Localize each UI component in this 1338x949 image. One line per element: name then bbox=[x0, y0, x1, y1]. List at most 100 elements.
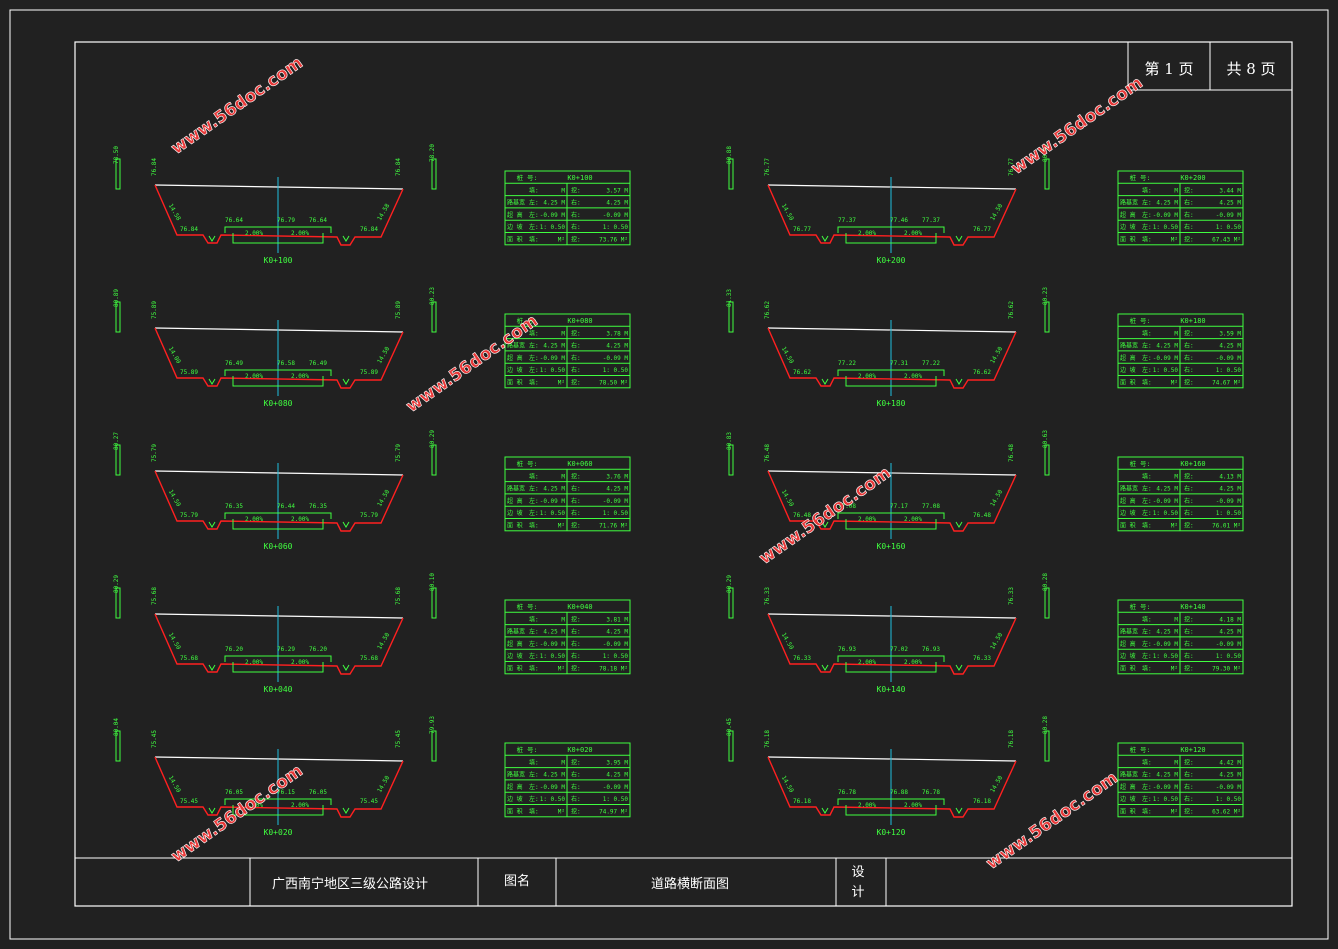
section-k0-100: 78.50 78.20 76.84 76.84 76.84 76.64 76.79 76.64… bbox=[113, 144, 631, 265]
table-title-value: K0+100 bbox=[567, 174, 592, 182]
ditch-marker bbox=[955, 235, 963, 242]
station-label: K0+060 bbox=[264, 542, 293, 551]
grade-left: 2.00% bbox=[245, 659, 263, 666]
right-marker bbox=[1044, 730, 1050, 762]
left-slope-label: 14.58 bbox=[167, 203, 182, 222]
table-right-value: 4.25 M bbox=[606, 486, 628, 493]
table-right-key: 挖: bbox=[1184, 329, 1194, 337]
section-table: 桩 号: K0+160 填: M 挖: 4.13 M 路基宽 左: 4.25 M 右: 4.25 M… bbox=[1117, 456, 1244, 532]
watermark-text: www.56doc.com bbox=[168, 761, 307, 867]
pavement-right-elev: 76.93 bbox=[922, 646, 940, 653]
table-left-key: 填: bbox=[1142, 329, 1152, 337]
right-marker-label: 80.29 bbox=[429, 430, 436, 448]
table-row-key: 边 坡 bbox=[507, 509, 523, 517]
table-right-key: 右: bbox=[1184, 652, 1194, 660]
ditch-marker bbox=[821, 235, 829, 242]
table-row-key: 边 坡 bbox=[507, 366, 523, 374]
table-right-key: 挖: bbox=[571, 186, 581, 194]
left-marker-label: 81.33 bbox=[726, 289, 733, 307]
table-title-value: K0+200 bbox=[1180, 174, 1205, 182]
pavement-left-elev: 76.20 bbox=[225, 646, 243, 653]
table-left-key: 填: bbox=[1142, 808, 1152, 816]
table-right-key: 挖: bbox=[1184, 665, 1194, 673]
table-left-value: 4.25 M bbox=[1156, 772, 1178, 779]
table-left-value: M bbox=[561, 473, 565, 480]
ditch-marker bbox=[821, 807, 829, 814]
pavement-left-elev: 76.05 bbox=[225, 789, 243, 796]
table-right-key: 右: bbox=[1184, 211, 1194, 219]
left-marker-label: 80.89 bbox=[113, 289, 120, 307]
table-row-key: 路基宽 bbox=[507, 771, 525, 779]
table-title-key: 桩 号: bbox=[1130, 173, 1151, 182]
table-right-value: -0.09 M bbox=[603, 784, 629, 791]
right-edge-label: 76.18 bbox=[1008, 730, 1015, 748]
table-left-value: 1: 0.50 bbox=[540, 653, 566, 660]
table-row-key: 面 积 bbox=[1120, 665, 1136, 673]
ditch-marker bbox=[821, 664, 829, 671]
table-row-key: 路基宽 bbox=[507, 485, 525, 493]
table-right-key: 右: bbox=[571, 199, 581, 207]
right-edge-label: 76.33 bbox=[1008, 587, 1015, 605]
drawing-name: 道路横断面图 bbox=[651, 876, 729, 892]
table-right-key: 右: bbox=[571, 652, 581, 660]
right-marker bbox=[1044, 301, 1050, 333]
table-right-key: 右: bbox=[571, 771, 581, 779]
ditch-marker bbox=[208, 664, 216, 671]
table-right-value: -0.09 M bbox=[603, 641, 629, 648]
right-marker-label: 80.10 bbox=[429, 573, 436, 591]
left-edge-label: 75.68 bbox=[151, 587, 158, 605]
table-left-key: 填: bbox=[529, 615, 539, 623]
page-header: 第 1 页 共 8 页 bbox=[1127, 42, 1292, 91]
pavement-right-elev: 76.49 bbox=[309, 360, 327, 367]
right-edge-label: 76.84 bbox=[395, 158, 402, 176]
left-marker-label: 80.29 bbox=[113, 575, 120, 593]
ground-line bbox=[154, 184, 404, 190]
section-table: 桩 号: K0+020 填: M 挖: 3.95 M 路基宽 左: 4.25 M 右: 4.25 M… bbox=[504, 742, 631, 818]
left-edge-label: 76.33 bbox=[764, 587, 771, 605]
ground-line bbox=[154, 327, 404, 333]
table-right-key: 挖: bbox=[1184, 379, 1194, 387]
table-right-key: 右: bbox=[1184, 366, 1194, 374]
table-right-key: 挖: bbox=[1184, 236, 1194, 244]
table-right-value: 1: 0.50 bbox=[1216, 653, 1242, 660]
table-left-value: M² bbox=[1171, 237, 1178, 244]
table-row-key: 面 积 bbox=[507, 522, 523, 530]
ditch-marker bbox=[342, 378, 350, 385]
right-edge-label: 75.45 bbox=[395, 730, 402, 748]
table-right-value: 1: 0.50 bbox=[603, 653, 629, 660]
table-left-key: 左: bbox=[1142, 771, 1152, 779]
ditch-left-elev: 76.18 bbox=[793, 798, 811, 805]
pavement-left-elev: 76.64 bbox=[225, 217, 243, 224]
ditch-right-elev: 75.45 bbox=[360, 798, 378, 805]
table-left-value: M² bbox=[558, 666, 565, 673]
center-elev: 76.29 bbox=[277, 646, 295, 653]
ground-line bbox=[767, 756, 1017, 762]
table-title-value: K0+160 bbox=[1180, 460, 1205, 468]
section-table: 桩 号: K0+140 填: M 挖: 4.18 M 路基宽 左: 4.25 M 右: 4.25 M… bbox=[1117, 599, 1244, 675]
table-right-value: -0.09 M bbox=[603, 212, 629, 219]
cut-profile bbox=[767, 184, 1017, 246]
station-label: K0+100 bbox=[264, 256, 293, 265]
table-right-value: 71.76 M² bbox=[599, 523, 628, 530]
table-right-key: 右: bbox=[571, 485, 581, 493]
section-k0-140: 80.29 80.28 76.33 76.33 76.33 76.93 77.02 76.93… bbox=[726, 573, 1244, 694]
table-right-key: 右: bbox=[1184, 199, 1194, 207]
table-row-key: 边 坡 bbox=[1120, 795, 1136, 803]
table-right-key: 右: bbox=[1184, 783, 1194, 791]
table-left-value: -0.09 M bbox=[1153, 498, 1179, 505]
table-left-key: 填: bbox=[529, 665, 539, 673]
ditch-left-elev: 76.84 bbox=[180, 226, 198, 233]
table-left-value: M² bbox=[1171, 666, 1178, 673]
table-left-key: 左: bbox=[1142, 223, 1152, 231]
left-slope-label: 14.50 bbox=[780, 632, 795, 651]
center-elev: 77.02 bbox=[890, 646, 908, 653]
table-right-key: 右: bbox=[1184, 628, 1194, 636]
table-right-value: 4.25 M bbox=[1219, 629, 1241, 636]
table-right-value: 4.25 M bbox=[1219, 343, 1241, 350]
cross-section-drawing: 第 1 页 共 8 页 广西南宁地区三级公路设计 图名 道路横断面图 设 计 7… bbox=[9, 9, 1329, 940]
pavement-left-elev: 77.37 bbox=[838, 217, 856, 224]
table-right-value: -0.09 M bbox=[603, 355, 629, 362]
ground-line bbox=[767, 613, 1017, 619]
table-left-value: -0.09 M bbox=[540, 355, 566, 362]
cut-profile bbox=[154, 327, 404, 389]
